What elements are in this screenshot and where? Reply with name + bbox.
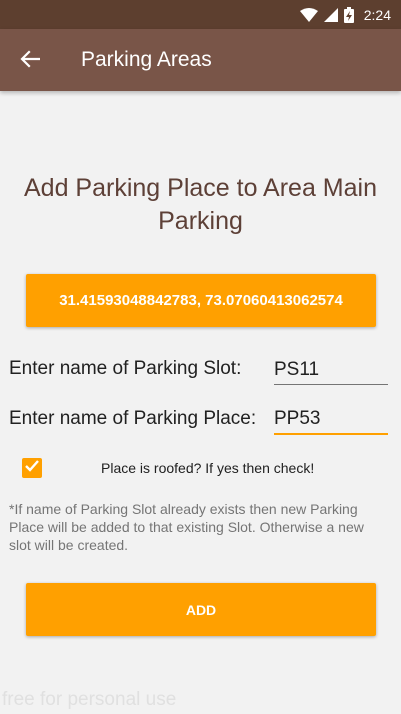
slot-note: *If name of Parking Slot already exists … <box>9 501 364 553</box>
roofed-checkbox[interactable] <box>22 458 42 478</box>
page-title: Parking Areas <box>81 48 212 71</box>
check-icon <box>25 459 39 477</box>
back-button[interactable] <box>12 43 48 79</box>
status-bar: 2:24 <box>0 0 401 29</box>
place-name-label: Enter name of Parking Place: <box>9 408 257 429</box>
status-icons: 2:24 <box>299 5 391 25</box>
status-time: 2:24 <box>363 7 391 23</box>
slot-name-label: Enter name of Parking Slot: <box>9 358 242 379</box>
arrow-back-icon <box>20 49 41 73</box>
app-bar: Parking Areas <box>0 29 401 91</box>
signal-icon <box>323 8 338 22</box>
battery-charging-icon <box>343 7 354 23</box>
wifi-icon <box>299 8 318 22</box>
watermark: free for personal use <box>2 689 177 710</box>
slot-name-input[interactable] <box>274 355 388 385</box>
roofed-label: Place is roofed? If yes then check! <box>101 460 315 476</box>
place-name-input[interactable] <box>274 405 388 435</box>
coordinates-button[interactable]: 31.41593048842783, 73.07060413062574 <box>26 274 376 327</box>
form-heading: Add Parking Place to Area Main Parking <box>24 174 377 235</box>
add-button[interactable]: ADD <box>26 583 376 636</box>
